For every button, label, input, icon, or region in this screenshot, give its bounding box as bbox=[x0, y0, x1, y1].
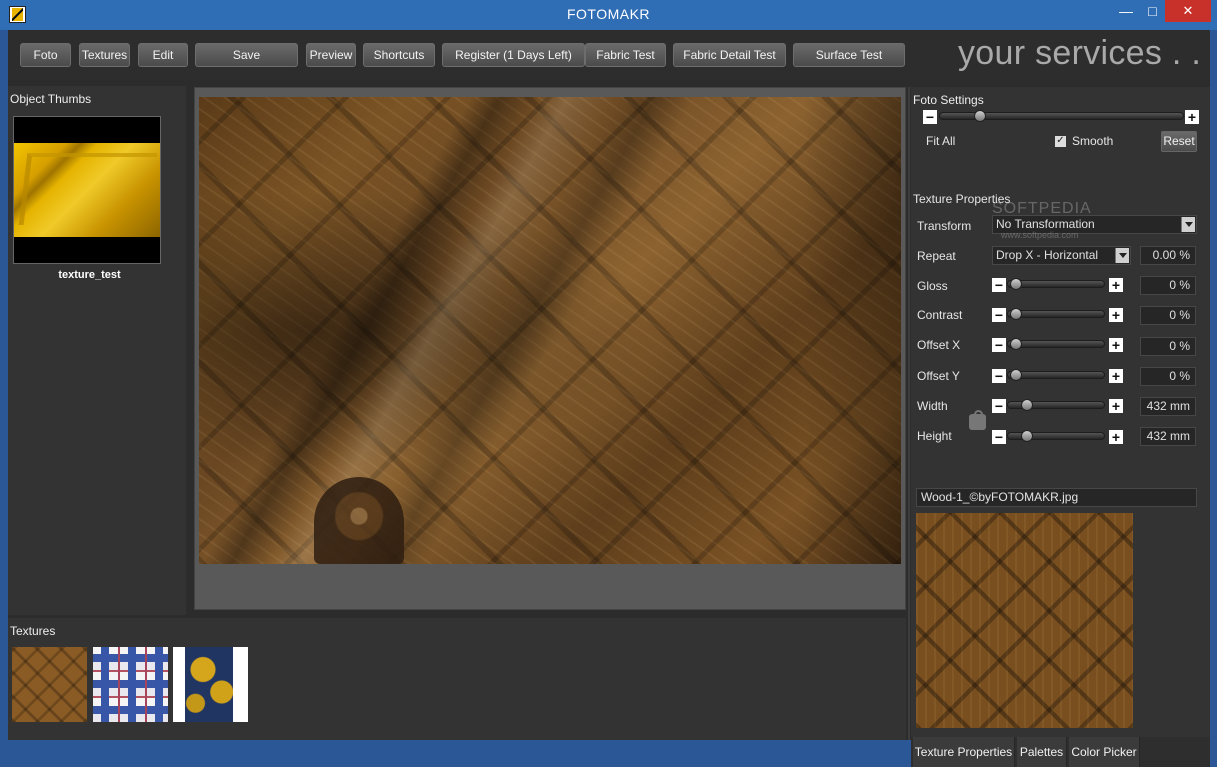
object-thumbs-panel: Object Thumbs texture_test bbox=[8, 86, 186, 615]
transform-select-value: No Transformation bbox=[996, 217, 1095, 231]
transform-label: Transform bbox=[917, 219, 972, 233]
dropdown-icon[interactable] bbox=[1115, 248, 1129, 263]
main-toolbar: Foto Textures Edit Save Preview Shortcut… bbox=[8, 30, 1210, 80]
close-button[interactable]: ✕ bbox=[1165, 0, 1211, 22]
offset-x-slider-knob[interactable] bbox=[1010, 338, 1022, 350]
offset-y-field[interactable]: 0 % bbox=[1140, 367, 1196, 386]
height-minus-icon[interactable]: − bbox=[992, 430, 1006, 444]
edit-button[interactable]: Edit bbox=[138, 43, 188, 67]
contrast-plus-icon[interactable]: + bbox=[1109, 308, 1123, 322]
wood-texture-thumbnail[interactable] bbox=[12, 647, 87, 722]
object-thumbnail-label: texture_test bbox=[58, 269, 121, 281]
minimize-button[interactable]: — bbox=[1113, 0, 1139, 22]
texture-filename-field[interactable]: Wood-1_©byFOTOMAKR.jpg bbox=[916, 488, 1197, 507]
properties-tabs: Texture Properties Palettes Color Picker bbox=[911, 737, 1210, 767]
preview-button[interactable]: Preview bbox=[306, 43, 356, 67]
repeat-label: Repeat bbox=[917, 249, 956, 263]
repeat-amount-field[interactable]: 0.00 % bbox=[1140, 246, 1196, 265]
repeat-select-value: Drop X - Horizontal bbox=[996, 248, 1099, 262]
register-button[interactable]: Register (1 Days Left) bbox=[442, 43, 585, 67]
gloss-plus-icon[interactable]: + bbox=[1109, 278, 1123, 292]
softpedia-url: www.softpedia.com bbox=[1001, 230, 1079, 240]
fotomakr-app: Foto Textures Edit Save Preview Shortcut… bbox=[8, 30, 1210, 767]
height-label: Height bbox=[917, 429, 952, 443]
gloss-slider-knob[interactable] bbox=[1010, 278, 1022, 290]
textured-foto-canvas[interactable] bbox=[199, 97, 901, 564]
object-thumbnail[interactable] bbox=[13, 116, 161, 264]
contrast-minus-icon[interactable]: − bbox=[992, 308, 1006, 322]
zoom-minus-icon[interactable]: − bbox=[923, 110, 937, 124]
offset-y-label: Offset Y bbox=[917, 369, 960, 383]
fit-all-label[interactable]: Fit All bbox=[926, 134, 955, 148]
offset-x-field[interactable]: 0 % bbox=[1140, 337, 1196, 356]
properties-panel: Foto Settings − + Fit All ✓ Smooth Reset… bbox=[911, 87, 1210, 767]
zoom-plus-icon[interactable]: + bbox=[1185, 110, 1199, 124]
window-titlebar: FOTOMAKR — □ ✕ bbox=[0, 0, 1217, 30]
tab-palettes[interactable]: Palettes bbox=[1017, 737, 1067, 767]
repeat-select[interactable]: Drop X - Horizontal bbox=[992, 246, 1131, 265]
softpedia-watermark: SOFTPEDIA bbox=[992, 200, 1092, 217]
tab-color-picker[interactable]: Color Picker bbox=[1069, 737, 1140, 767]
offset-y-minus-icon[interactable]: − bbox=[992, 369, 1006, 383]
width-plus-icon[interactable]: + bbox=[1109, 399, 1123, 413]
smooth-checkbox[interactable]: ✓ bbox=[1055, 136, 1066, 147]
width-field[interactable]: 432 mm bbox=[1140, 397, 1196, 416]
foto-settings-title: Foto Settings bbox=[913, 93, 984, 107]
height-plus-icon[interactable]: + bbox=[1109, 430, 1123, 444]
surface-test-button[interactable]: Surface Test bbox=[793, 43, 905, 67]
height-slider-knob[interactable] bbox=[1021, 430, 1033, 442]
photo-viewer[interactable] bbox=[194, 87, 906, 610]
dropdown-icon[interactable] bbox=[1181, 217, 1195, 232]
offset-x-plus-icon[interactable]: + bbox=[1109, 338, 1123, 352]
fabric-test-button[interactable]: Fabric Test bbox=[585, 43, 666, 67]
smooth-label: Smooth bbox=[1072, 134, 1114, 148]
textures-title: Textures bbox=[10, 624, 56, 638]
width-label: Width bbox=[917, 399, 948, 413]
zoom-slider-knob[interactable] bbox=[973, 110, 986, 122]
gloss-field[interactable]: 0 % bbox=[1140, 276, 1196, 295]
contrast-label: Contrast bbox=[917, 308, 963, 322]
offset-y-plus-icon[interactable]: + bbox=[1109, 369, 1123, 383]
contrast-slider-knob[interactable] bbox=[1010, 308, 1022, 320]
lion-carving bbox=[314, 477, 404, 564]
right-panel-divider bbox=[908, 87, 910, 740]
tab-texture-properties[interactable]: Texture Properties bbox=[913, 737, 1015, 767]
contrast-field[interactable]: 0 % bbox=[1140, 306, 1196, 325]
paisley-texture-thumbnail[interactable] bbox=[173, 647, 248, 722]
lock-icon[interactable] bbox=[969, 410, 986, 430]
foto-button[interactable]: Foto bbox=[20, 43, 71, 67]
reset-button[interactable]: Reset bbox=[1161, 131, 1197, 152]
window-title: FOTOMAKR bbox=[566, 6, 651, 22]
offset-x-minus-icon[interactable]: − bbox=[992, 338, 1006, 352]
brand-slogan: your services . . bbox=[958, 34, 1202, 72]
canvas-shading bbox=[199, 97, 901, 564]
offset-x-label: Offset X bbox=[917, 338, 961, 352]
textures-button[interactable]: Textures bbox=[79, 43, 130, 67]
texture-test-thumbnail-image bbox=[14, 143, 160, 237]
shortcuts-button[interactable]: Shortcuts bbox=[363, 43, 435, 67]
height-field[interactable]: 432 mm bbox=[1140, 427, 1196, 446]
texture-preview-image bbox=[916, 513, 1133, 728]
textures-panel: Textures bbox=[8, 618, 906, 740]
offset-y-slider-knob[interactable] bbox=[1010, 369, 1022, 381]
save-button[interactable]: Save bbox=[195, 43, 298, 67]
fabric-detail-test-button[interactable]: Fabric Detail Test bbox=[673, 43, 786, 67]
gloss-label: Gloss bbox=[917, 279, 948, 293]
maximize-button[interactable]: □ bbox=[1140, 0, 1165, 22]
width-slider-knob[interactable] bbox=[1021, 399, 1033, 411]
object-thumbs-title: Object Thumbs bbox=[10, 92, 92, 106]
plaid-texture-thumbnail[interactable] bbox=[93, 647, 168, 722]
width-minus-icon[interactable]: − bbox=[992, 399, 1006, 413]
gloss-minus-icon[interactable]: − bbox=[992, 278, 1006, 292]
